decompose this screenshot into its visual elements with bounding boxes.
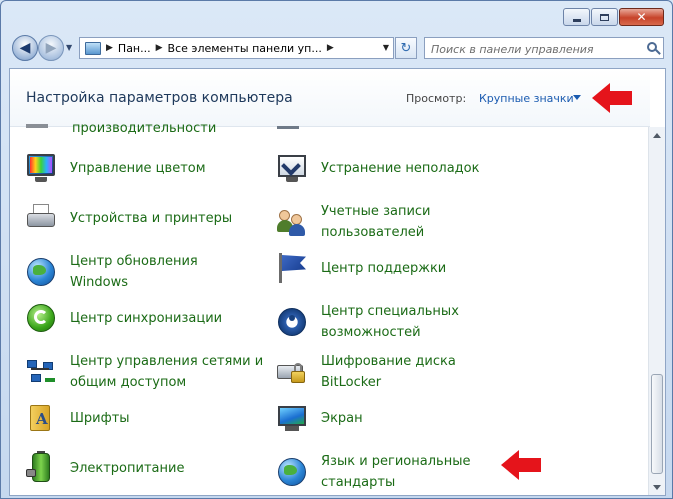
search-box[interactable] [424, 37, 664, 60]
performance-icon [26, 124, 48, 128]
breadcrumb-separator-icon[interactable]: ▶ [327, 43, 334, 53]
page-title: Настройка параметров компьютера [26, 90, 293, 106]
search-icon[interactable] [647, 42, 657, 52]
list-item-label: Центр синхронизации [70, 310, 223, 326]
red-arrow-annotation [592, 83, 632, 113]
caption-buttons: ✕ [563, 8, 664, 26]
content-header: Настройка параметров компьютера Просмотр… [10, 69, 650, 127]
back-button[interactable]: ◀ [12, 35, 38, 61]
close-icon: ✕ [636, 10, 647, 24]
maximize-button[interactable] [591, 8, 618, 26]
breadcrumb-separator-icon[interactable]: ▶ [106, 43, 113, 53]
list-item-label: Электропитание [70, 460, 185, 476]
minimize-button[interactable] [563, 8, 590, 26]
address-dropdown-icon[interactable]: ▼ [383, 43, 389, 52]
power-options-icon [24, 451, 58, 485]
sync-center-icon [24, 301, 58, 335]
list-item-fonts[interactable]: A Шрифты [24, 401, 130, 435]
maximize-icon [600, 13, 609, 21]
list-item-label: Центр специальных возможностей [321, 304, 459, 340]
fonts-icon: A [24, 401, 58, 435]
list-item-label: Устранение неполадок [321, 160, 480, 176]
list-item-label: Управление цветом [70, 160, 206, 176]
list-item-label: Шифрование диска BitLocker [321, 354, 456, 390]
windows-update-icon [24, 255, 58, 289]
search-input[interactable] [425, 39, 635, 60]
list-item-sync-center[interactable]: Центр синхронизации [24, 301, 222, 335]
list-item-label: Экран [321, 410, 363, 426]
list-item-windows-update[interactable]: Центр обновления Windows [24, 251, 254, 293]
minimize-icon [572, 18, 581, 22]
refresh-icon: ↻ [400, 40, 412, 56]
list-item-partial[interactable]: производительности [72, 121, 216, 136]
view-mode-link[interactable]: Крупные значки [479, 92, 574, 105]
forward-button[interactable]: ▶ [38, 35, 64, 61]
content-pane: Настройка параметров компьютера Просмотр… [9, 68, 666, 496]
list-item-user-accounts[interactable]: Учетные записи пользователей [275, 201, 495, 243]
control-panel-icon [85, 41, 101, 55]
list-item-power-options[interactable]: Электропитание [24, 451, 184, 485]
breadcrumb-item[interactable]: Пан... [118, 42, 151, 55]
back-arrow-icon: ◀ [19, 40, 31, 56]
list-item-label: Центр поддержки [321, 260, 447, 276]
list-item-label: Шрифты [70, 410, 130, 426]
list-item-network-center[interactable]: Центр управления сетями и общим доступом [24, 351, 274, 393]
red-arrow-annotation [501, 450, 541, 480]
vertical-scrollbar[interactable] [648, 127, 665, 495]
navigation-bar: ◀ ▶ ▼ ▶ Пан... ▶ Все элементы панели уп.… [9, 34, 664, 62]
view-dropdown-caret-icon[interactable] [573, 95, 581, 100]
forward-arrow-icon: ▶ [45, 40, 57, 56]
scroll-down-icon[interactable] [649, 479, 665, 495]
action-center-flag-icon [275, 251, 309, 285]
printer-icon [24, 201, 58, 235]
list-item-label: Устройства и принтеры [70, 210, 233, 226]
list-item-label: Язык и региональные стандарты [321, 454, 471, 490]
list-item-action-center[interactable]: Центр поддержки [275, 251, 446, 285]
list-item-region-language[interactable]: Язык и региональные стандарты [275, 451, 505, 493]
list-item-bitlocker[interactable]: Шифрование диска BitLocker [275, 351, 505, 393]
color-management-icon [24, 151, 58, 185]
list-item-troubleshooting[interactable]: Устранение неполадок [275, 151, 479, 185]
list-item-label: Центр управления сетями и общим доступом [70, 354, 264, 390]
network-icon [24, 355, 58, 389]
region-language-icon [275, 455, 309, 489]
list-item-devices-printers[interactable]: Устройства и принтеры [24, 201, 232, 235]
refresh-button[interactable]: ↻ [395, 37, 417, 59]
troubleshooting-icon [275, 151, 309, 185]
scroll-thumb[interactable] [651, 374, 663, 474]
view-label: Просмотр: [406, 92, 467, 105]
list-item-display[interactable]: Экран [275, 401, 363, 435]
ease-of-access-icon [275, 305, 309, 339]
control-panel-window: ✕ ◀ ▶ ▼ ▶ Пан... ▶ Все элементы панели у… [0, 0, 673, 499]
address-bar[interactable]: ▶ Пан... ▶ Все элементы панели уп... ▶ ▼ [79, 37, 394, 59]
recent-pages-dropdown-icon[interactable]: ▼ [66, 43, 72, 52]
partial-icon [277, 126, 299, 129]
breadcrumb-separator-icon[interactable]: ▶ [156, 43, 163, 53]
bitlocker-icon [275, 355, 309, 389]
breadcrumb-item[interactable]: Все элементы панели уп... [168, 42, 322, 55]
list-item-label: Центр обновления Windows [70, 254, 198, 290]
list-item-label: Учетные записи пользователей [321, 204, 431, 240]
list-item-ease-of-access[interactable]: Центр специальных возможностей [275, 301, 505, 343]
user-accounts-icon [275, 205, 309, 239]
close-button[interactable]: ✕ [619, 8, 664, 26]
display-icon [275, 401, 309, 435]
list-item-color-management[interactable]: Управление цветом [24, 151, 206, 185]
scroll-up-icon[interactable] [649, 127, 665, 144]
